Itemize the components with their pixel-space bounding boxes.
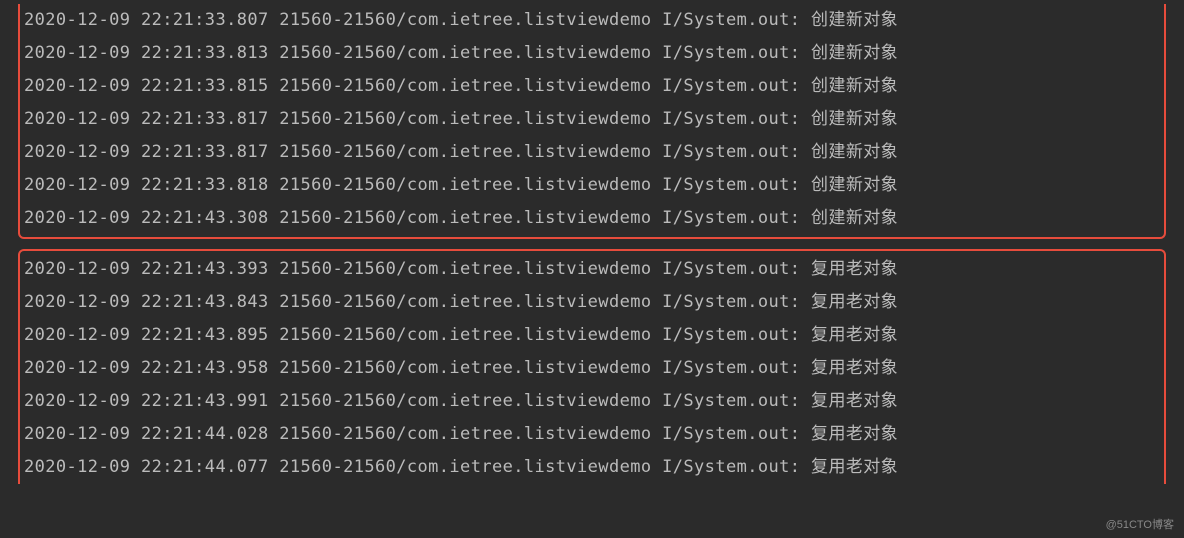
log-tag: I/System.out: <box>662 175 800 195</box>
log-message: 复用老对象 <box>811 292 898 312</box>
log-time: 22:21:33.817 <box>141 109 269 129</box>
log-line[interactable]: 2020-12-09 22:21:43.393 21560-21560/com.… <box>24 253 1160 286</box>
log-time: 22:21:44.028 <box>141 424 269 444</box>
log-line[interactable]: 2020-12-09 22:21:43.958 21560-21560/com.… <box>24 352 1160 385</box>
log-group: 2020-12-09 22:21:43.393 21560-21560/com.… <box>18 249 1166 484</box>
log-time: 22:21:43.958 <box>141 358 269 378</box>
log-line[interactable]: 2020-12-09 22:21:43.895 21560-21560/com.… <box>24 319 1160 352</box>
log-group: 2020-12-09 22:21:33.807 21560-21560/com.… <box>18 4 1166 239</box>
log-tag: I/System.out: <box>662 76 800 96</box>
log-time: 22:21:33.815 <box>141 76 269 96</box>
log-message: 复用老对象 <box>811 259 898 279</box>
log-date: 2020-12-09 <box>24 424 130 444</box>
log-message: 创建新对象 <box>811 10 898 30</box>
log-date: 2020-12-09 <box>24 76 130 96</box>
log-process: 21560-21560/com.ietree.listviewdemo <box>279 175 651 195</box>
log-process: 21560-21560/com.ietree.listviewdemo <box>279 391 651 411</box>
log-process: 21560-21560/com.ietree.listviewdemo <box>279 76 651 96</box>
log-tag: I/System.out: <box>662 325 800 345</box>
log-message: 复用老对象 <box>811 424 898 444</box>
log-message: 创建新对象 <box>811 43 898 63</box>
logcat-panel[interactable]: 2020-12-09 22:21:33.807 21560-21560/com.… <box>0 4 1184 484</box>
log-line[interactable]: 2020-12-09 22:21:33.813 21560-21560/com.… <box>24 37 1160 70</box>
log-tag: I/System.out: <box>662 424 800 444</box>
log-date: 2020-12-09 <box>24 292 130 312</box>
watermark: @51CTO博客 <box>1106 516 1174 532</box>
log-process: 21560-21560/com.ietree.listviewdemo <box>279 259 651 279</box>
log-date: 2020-12-09 <box>24 142 130 162</box>
log-process: 21560-21560/com.ietree.listviewdemo <box>279 208 651 228</box>
log-message: 复用老对象 <box>811 325 898 345</box>
log-date: 2020-12-09 <box>24 259 130 279</box>
log-process: 21560-21560/com.ietree.listviewdemo <box>279 43 651 63</box>
log-tag: I/System.out: <box>662 259 800 279</box>
log-message: 创建新对象 <box>811 76 898 96</box>
log-time: 22:21:33.818 <box>141 175 269 195</box>
log-date: 2020-12-09 <box>24 457 130 477</box>
log-line[interactable]: 2020-12-09 22:21:33.818 21560-21560/com.… <box>24 169 1160 202</box>
log-tag: I/System.out: <box>662 109 800 129</box>
log-process: 21560-21560/com.ietree.listviewdemo <box>279 10 651 30</box>
log-process: 21560-21560/com.ietree.listviewdemo <box>279 457 651 477</box>
log-tag: I/System.out: <box>662 43 800 63</box>
log-line[interactable]: 2020-12-09 22:21:33.817 21560-21560/com.… <box>24 136 1160 169</box>
log-tag: I/System.out: <box>662 457 800 477</box>
log-time: 22:21:43.991 <box>141 391 269 411</box>
log-process: 21560-21560/com.ietree.listviewdemo <box>279 109 651 129</box>
log-line[interactable]: 2020-12-09 22:21:33.815 21560-21560/com.… <box>24 70 1160 103</box>
log-line[interactable]: 2020-12-09 22:21:43.991 21560-21560/com.… <box>24 385 1160 418</box>
log-process: 21560-21560/com.ietree.listviewdemo <box>279 325 651 345</box>
log-time: 22:21:33.817 <box>141 142 269 162</box>
log-time: 22:21:33.813 <box>141 43 269 63</box>
log-process: 21560-21560/com.ietree.listviewdemo <box>279 142 651 162</box>
log-process: 21560-21560/com.ietree.listviewdemo <box>279 424 651 444</box>
log-message: 复用老对象 <box>811 391 898 411</box>
log-process: 21560-21560/com.ietree.listviewdemo <box>279 358 651 378</box>
log-line[interactable]: 2020-12-09 22:21:43.308 21560-21560/com.… <box>24 202 1160 235</box>
log-line[interactable]: 2020-12-09 22:21:33.807 21560-21560/com.… <box>24 4 1160 37</box>
log-tag: I/System.out: <box>662 10 800 30</box>
log-time: 22:21:43.308 <box>141 208 269 228</box>
log-time: 22:21:43.843 <box>141 292 269 312</box>
log-date: 2020-12-09 <box>24 325 130 345</box>
log-message: 创建新对象 <box>811 175 898 195</box>
log-date: 2020-12-09 <box>24 43 130 63</box>
log-message: 创建新对象 <box>811 109 898 129</box>
log-date: 2020-12-09 <box>24 175 130 195</box>
log-line[interactable]: 2020-12-09 22:21:44.077 21560-21560/com.… <box>24 451 1160 484</box>
log-time: 22:21:33.807 <box>141 10 269 30</box>
log-tag: I/System.out: <box>662 358 800 378</box>
log-tag: I/System.out: <box>662 208 800 228</box>
log-line[interactable]: 2020-12-09 22:21:44.028 21560-21560/com.… <box>24 418 1160 451</box>
log-time: 22:21:43.895 <box>141 325 269 345</box>
log-tag: I/System.out: <box>662 142 800 162</box>
log-tag: I/System.out: <box>662 391 800 411</box>
log-date: 2020-12-09 <box>24 391 130 411</box>
log-date: 2020-12-09 <box>24 109 130 129</box>
log-time: 22:21:43.393 <box>141 259 269 279</box>
log-line[interactable]: 2020-12-09 22:21:43.843 21560-21560/com.… <box>24 286 1160 319</box>
log-message: 复用老对象 <box>811 457 898 477</box>
log-line[interactable]: 2020-12-09 22:21:33.817 21560-21560/com.… <box>24 103 1160 136</box>
log-message: 创建新对象 <box>811 142 898 162</box>
log-tag: I/System.out: <box>662 292 800 312</box>
log-process: 21560-21560/com.ietree.listviewdemo <box>279 292 651 312</box>
log-message: 复用老对象 <box>811 358 898 378</box>
log-time: 22:21:44.077 <box>141 457 269 477</box>
log-date: 2020-12-09 <box>24 10 130 30</box>
log-message: 创建新对象 <box>811 208 898 228</box>
log-date: 2020-12-09 <box>24 208 130 228</box>
log-date: 2020-12-09 <box>24 358 130 378</box>
